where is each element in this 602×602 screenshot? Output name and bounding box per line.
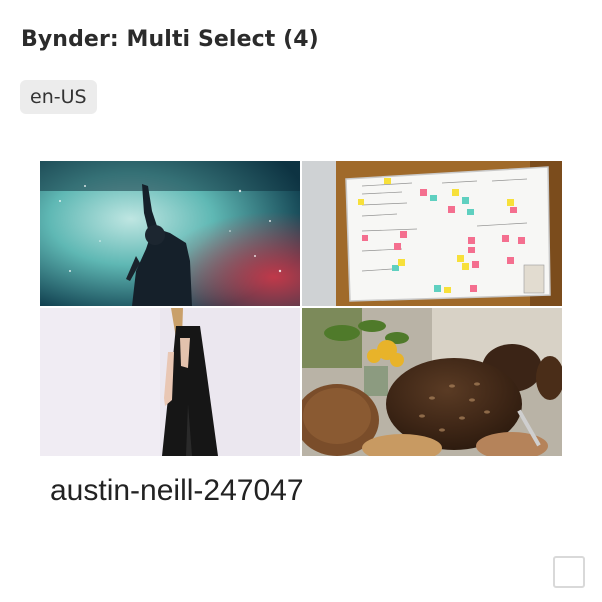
image-grid: [40, 161, 562, 456]
bread-loaves-photo: [302, 308, 562, 456]
whiteboard-sticky-notes-photo: [302, 161, 562, 306]
image-tile-whiteboard[interactable]: [302, 161, 562, 306]
page-title: Bynder: Multi Select (4): [21, 27, 319, 52]
locale-badge: en-US: [20, 80, 97, 114]
concert-performer-photo: [40, 161, 300, 306]
select-checkbox[interactable]: [553, 556, 585, 588]
asset-name: austin-neill-247047: [50, 474, 304, 507]
image-tile-concert[interactable]: [40, 161, 300, 306]
woman-black-dress-photo: [40, 308, 300, 456]
image-tile-fashion[interactable]: [40, 308, 300, 456]
image-tile-bread[interactable]: [302, 308, 562, 456]
